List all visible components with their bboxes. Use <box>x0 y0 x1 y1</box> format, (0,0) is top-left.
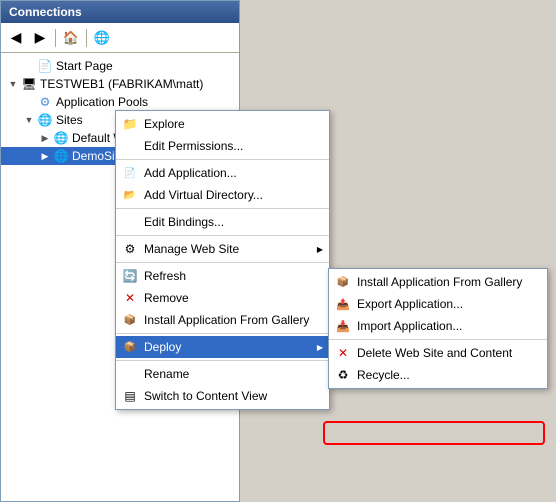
panel-title-text: Connections <box>9 5 82 19</box>
sites-icon: 🌐 <box>37 112 53 128</box>
export-app-label: Export Application... <box>357 297 463 311</box>
tree-item-server[interactable]: ▼ 🖥 TESTWEB1 (FABRIKAM\matt) <box>1 75 239 93</box>
separator-2 <box>116 208 329 209</box>
submenu-export-app[interactable]: 📤 Export Application... <box>329 293 547 315</box>
folder-icon: 📁 <box>122 116 138 132</box>
menu-manage-web-site[interactable]: ⚙ Manage Web Site <box>116 238 329 260</box>
menu-install-gallery[interactable]: 📦 Install Application From Gallery <box>116 309 329 331</box>
refresh-label: Refresh <box>144 269 186 283</box>
panel-title: Connections <box>1 1 239 23</box>
menu-switch-content[interactable]: ▤ Switch to Content View <box>116 385 329 407</box>
add-vdir-icon: 📂 <box>122 187 138 203</box>
deploy-submenu: 📦 Install Application From Gallery 📤 Exp… <box>328 268 548 389</box>
manage-web-site-label: Manage Web Site <box>144 242 239 256</box>
switch-content-label: Switch to Content View <box>144 389 267 403</box>
import-highlight-ring <box>323 421 545 445</box>
deploy-label: Deploy <box>144 340 181 354</box>
submenu-install-icon: 📦 <box>335 274 351 290</box>
import-app-label: Import Application... <box>357 319 462 333</box>
server-icon: 🖥 <box>21 76 37 92</box>
expander-server[interactable]: ▼ <box>5 76 21 92</box>
delete-site-label: Delete Web Site and Content <box>357 346 512 360</box>
add-virtual-dir-label: Add Virtual Directory... <box>144 188 263 202</box>
menu-explore[interactable]: 📁 Explore <box>116 113 329 135</box>
home-button[interactable]: 🏠 <box>60 27 82 49</box>
submenu-delete-site[interactable]: ✕ Delete Web Site and Content <box>329 342 547 364</box>
edit-permissions-label: Edit Permissions... <box>144 139 243 153</box>
import-icon: 📥 <box>335 318 351 334</box>
explore-label: Explore <box>144 117 185 131</box>
menu-deploy[interactable]: 📦 Deploy <box>116 336 329 358</box>
submenu-import-app[interactable]: 📥 Import Application... <box>329 315 547 337</box>
separator-5 <box>116 333 329 334</box>
app-pools-label: Application Pools <box>56 95 148 109</box>
separator-3 <box>116 235 329 236</box>
submenu-separator-1 <box>329 339 547 340</box>
page-icon: 📄 <box>37 58 53 74</box>
expander-app-pools <box>21 94 37 110</box>
server-label: TESTWEB1 (FABRIKAM\matt) <box>40 77 203 91</box>
toolbar-separator-2 <box>86 29 87 47</box>
tree-item-start-page[interactable]: 📄 Start Page <box>1 57 239 75</box>
add-application-label: Add Application... <box>144 166 237 180</box>
edit-bindings-label: Edit Bindings... <box>144 215 224 229</box>
back-button[interactable]: ◀ <box>5 27 27 49</box>
remove-icon: ✕ <box>122 290 138 306</box>
expander-demo-site[interactable]: ▶ <box>37 148 53 164</box>
install-gallery-sub-label: Install Application From Gallery <box>357 275 522 289</box>
tree-item-app-pools[interactable]: ⚙ Application Pools <box>1 93 239 111</box>
context-menu: 📁 Explore Edit Permissions... 📄 Add Appl… <box>115 110 330 410</box>
toolbar-separator-1 <box>55 29 56 47</box>
forward-button[interactable]: ▶ <box>29 27 51 49</box>
default-site-icon: 🌐 <box>53 130 69 146</box>
menu-edit-permissions[interactable]: Edit Permissions... <box>116 135 329 157</box>
submenu-recycle[interactable]: ♻ Recycle... <box>329 364 547 386</box>
recycle-icon: ♻ <box>335 367 351 383</box>
menu-edit-bindings[interactable]: Edit Bindings... <box>116 211 329 233</box>
menu-add-application[interactable]: 📄 Add Application... <box>116 162 329 184</box>
export-icon: 📤 <box>335 296 351 312</box>
refresh-icon: 🔄 <box>122 268 138 284</box>
remove-label: Remove <box>144 291 189 305</box>
rename-label: Rename <box>144 367 189 381</box>
recycle-label: Recycle... <box>357 368 410 382</box>
deploy-icon: 📦 <box>122 339 138 355</box>
menu-refresh[interactable]: 🔄 Refresh <box>116 265 329 287</box>
start-page-label: Start Page <box>56 59 113 73</box>
install-icon: 📦 <box>122 312 138 328</box>
expander-sites[interactable]: ▼ <box>21 112 37 128</box>
install-gallery-label: Install Application From Gallery <box>144 313 309 327</box>
demo-site-icon: 🌐 <box>53 148 69 164</box>
delete-icon: ✕ <box>335 345 351 361</box>
expander-default-site[interactable]: ▶ <box>37 130 53 146</box>
manage-gear-icon: ⚙ <box>122 241 138 257</box>
separator-6 <box>116 360 329 361</box>
separator-1 <box>116 159 329 160</box>
switch-icon: ▤ <box>122 388 138 404</box>
add-app-icon: 📄 <box>122 165 138 181</box>
toolbar: ◀ ▶ 🏠 🌐 <box>1 23 239 53</box>
menu-remove[interactable]: ✕ Remove <box>116 287 329 309</box>
menu-add-virtual-dir[interactable]: 📂 Add Virtual Directory... <box>116 184 329 206</box>
expander-start-page <box>21 58 37 74</box>
app-pool-icon: ⚙ <box>37 94 53 110</box>
separator-4 <box>116 262 329 263</box>
submenu-install-gallery[interactable]: 📦 Install Application From Gallery <box>329 271 547 293</box>
menu-rename[interactable]: Rename <box>116 363 329 385</box>
help-button[interactable]: 🌐 <box>91 27 113 49</box>
sites-label: Sites <box>56 113 83 127</box>
